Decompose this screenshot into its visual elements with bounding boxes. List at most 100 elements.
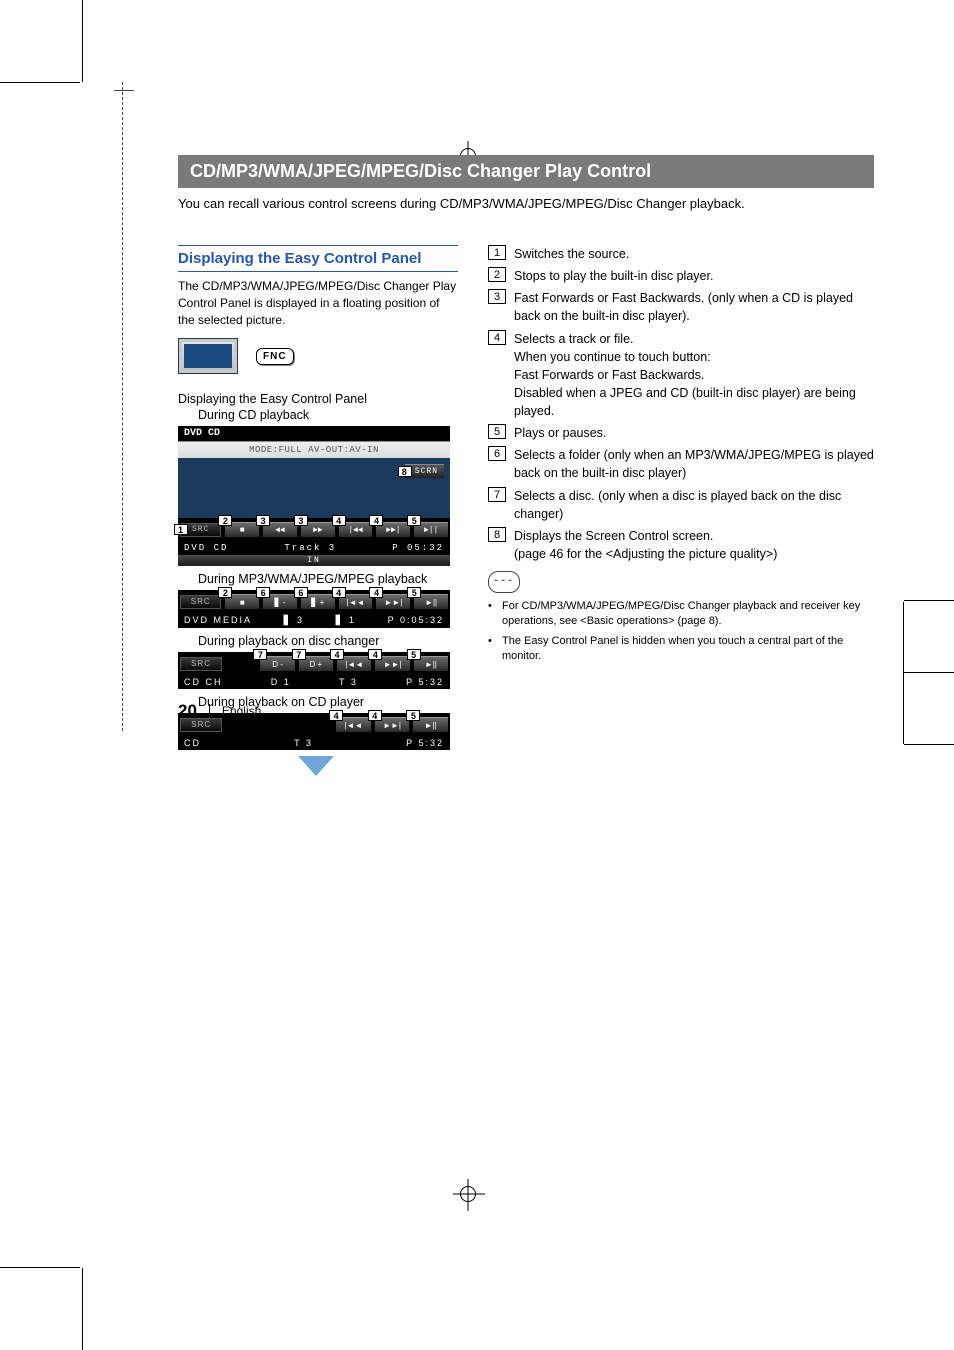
callout-number: 8 [488, 527, 506, 542]
callout-text: Plays or pauses. [514, 424, 874, 442]
callout-4b: 4 [368, 710, 382, 721]
callout-2: 2 [218, 587, 232, 598]
margin-line [122, 82, 123, 731]
panel-dc-info: CD CH D 1 T 3 P 5:32 [178, 675, 450, 689]
subheading: Displaying the Easy Control Panel [178, 245, 458, 272]
next-button[interactable]: 4►►| [375, 656, 409, 671]
play-pause-button[interactable]: 5►|| [414, 594, 448, 609]
list-item: 3 Fast Forwards or Fast Backwards. (only … [488, 289, 874, 325]
rewind-button[interactable]: 3◄◄ [263, 522, 297, 537]
callout-text: Selects a disc. (only when a disc is pla… [514, 487, 874, 523]
device-illustration [178, 338, 238, 374]
callout-text: Stops to play the built-in disc player. [514, 267, 874, 285]
list-item: 6 Selects a folder (only when an MP3/WMA/… [488, 446, 874, 482]
panel-mp3: SRC 2■ 6▋ - 6▋ + 4|◄◄ 4►►| 5►|| DVD MEDI… [178, 590, 450, 628]
panel-cd-in: IN [178, 555, 450, 566]
list-item: •The Easy Control Panel is hidden when y… [488, 634, 874, 665]
panel-cd: DVD CD MODE:FULL AV-OUT:AV-IN 8 SCRN 1 S… [178, 426, 450, 566]
play-pause-button[interactable]: 5►|| [414, 656, 448, 671]
prev-button[interactable]: 4|◄◄ [336, 717, 371, 732]
callout-5: 5 [407, 649, 421, 660]
callout-4a: 4 [332, 587, 346, 598]
callout-text: Displays the Screen Control screen. (pag… [514, 527, 874, 563]
callout-5: 5 [407, 515, 421, 526]
callout-number: 4 [488, 330, 506, 345]
list-item: 7Selects a disc. (only when a disc is pl… [488, 487, 874, 523]
step-during-dc: During playback on disc changer [198, 634, 458, 648]
callout-number: 6 [488, 446, 506, 461]
stop-button[interactable]: 2■ [225, 522, 259, 537]
prev-button[interactable]: 4|◄◄ [337, 656, 371, 671]
callout-number: 1 [488, 245, 506, 260]
callout-1: 1 [174, 524, 188, 535]
page-number: 20 [178, 701, 197, 721]
callout-number: 3 [488, 289, 506, 304]
callout-text: Fast Forwards or Fast Backwards. (only w… [514, 289, 874, 325]
note-text: The Easy Control Panel is hidden when yo… [502, 634, 874, 665]
next-button[interactable]: 4►►| [376, 522, 410, 537]
callout-7b: 7 [292, 649, 306, 660]
disc-minus-button[interactable]: 7D - [260, 656, 294, 671]
callout-number: 5 [488, 424, 506, 439]
scrn-label: SCRN [415, 467, 438, 476]
next-button[interactable]: 4►►| [376, 594, 410, 609]
panel-cd-screen: 8 SCRN [178, 458, 450, 518]
page-language: English [222, 704, 261, 718]
prev-button[interactable]: 4|◄◄ [339, 522, 373, 537]
play-pause-button[interactable]: 5►|| [414, 522, 448, 537]
src-button[interactable]: SRC [180, 657, 222, 671]
callout-6a: 6 [256, 587, 270, 598]
play-pause-button[interactable]: 5►|| [413, 717, 448, 732]
page-footer: 20 English [178, 701, 261, 721]
callout-3a: 3 [256, 515, 270, 526]
folder-plus-button[interactable]: 6▋ + [301, 594, 335, 609]
callout-4a: 4 [329, 710, 343, 721]
fnc-button[interactable]: FNC [256, 348, 294, 365]
list-item: 5 Plays or pauses. [488, 424, 874, 442]
callout-8: 8 [398, 466, 412, 477]
callout-text: Switches the source. [514, 245, 874, 263]
callout-5: 5 [406, 710, 420, 721]
callout-number: 2 [488, 267, 506, 282]
down-arrow-icon [298, 756, 334, 776]
callout-4a: 4 [330, 649, 344, 660]
src-button[interactable]: 1 SRC [180, 523, 221, 537]
folder-minus-button[interactable]: 6▋ - [263, 594, 297, 609]
prev-button[interactable]: 4|◄◄ [339, 594, 373, 609]
scrn-button[interactable]: 8 SCRN [405, 464, 444, 478]
list-item: 1 Switches the source. [488, 245, 874, 263]
bullet-icon: • [488, 634, 496, 665]
src-button[interactable]: SRC [180, 595, 221, 609]
callout-6b: 6 [294, 587, 308, 598]
step-during-mp3: During MP3/WMA/JPEG/MPEG playback [198, 572, 458, 586]
step-during-cd: During CD playback [198, 408, 458, 422]
disc-plus-button[interactable]: 7D + [299, 656, 333, 671]
callout-4b: 4 [368, 649, 382, 660]
step-title: Displaying the Easy Control Panel [178, 392, 458, 406]
callout-text: Selects a track or file. When you contin… [514, 330, 874, 421]
list-item: 4 Selects a track or file. When you conti… [488, 330, 874, 421]
callout-list: 1 Switches the source. 2 Stops to play the … [488, 245, 874, 563]
callout-4b: 4 [369, 587, 383, 598]
section-intro: You can recall various control screens d… [178, 196, 874, 211]
panel-cd-title: DVD CD [178, 426, 450, 441]
callout-4b: 4 [369, 515, 383, 526]
next-button[interactable]: 4►►| [375, 717, 410, 732]
panel-cd-info: DVD CD Track 3 P 05:32 [178, 541, 450, 555]
callout-4a: 4 [332, 515, 346, 526]
callout-2: 2 [218, 515, 232, 526]
panel-cd-header: MODE:FULL AV-OUT:AV-IN [178, 441, 450, 458]
list-item: 2 Stops to play the built-in disc player. [488, 267, 874, 285]
forward-button[interactable]: 3►► [301, 522, 335, 537]
src-label: SRC [192, 525, 209, 534]
callout-7a: 7 [253, 649, 267, 660]
panel-cdp-info: CD T 3 P 5:32 [178, 736, 450, 750]
lead-text: The CD/MP3/WMA/JPEG/MPEG/Disc Changer Pl… [178, 278, 458, 328]
panel-disc-changer: SRC 7D - 7D + 4|◄◄ 4►►| 5►|| CD CH D 1 T… [178, 652, 450, 689]
callout-text: Selects a folder (only when an MP3/WMA/J… [514, 446, 874, 482]
bullet-icon: • [488, 599, 496, 630]
section-banner: CD/MP3/WMA/JPEG/MPEG/Disc Changer Play C… [178, 155, 874, 188]
list-item: 8 Displays the Screen Control screen. (pa… [488, 527, 874, 563]
stop-button[interactable]: 2■ [225, 594, 259, 609]
note-text: For CD/MP3/WMA/JPEG/MPEG/Disc Changer pl… [502, 599, 874, 630]
